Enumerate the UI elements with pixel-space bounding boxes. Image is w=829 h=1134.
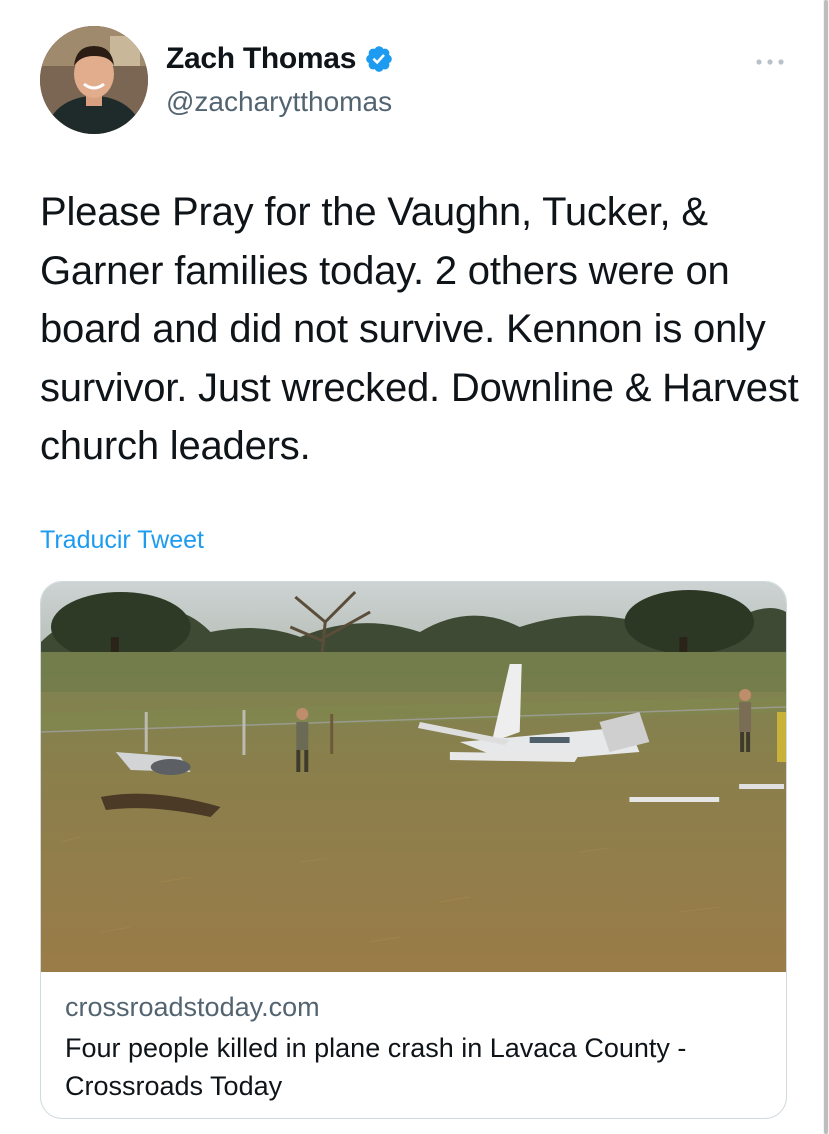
avatar-photo [40,26,148,134]
author-avatar[interactable] [40,26,148,134]
link-preview-card[interactable]: crossroadstoday.com Four people killed i… [40,581,787,1119]
card-title: Four people killed in plane crash in Lav… [65,1033,687,1101]
author-handle[interactable]: @zacharytthomas [166,86,392,118]
scrollbar-thumb[interactable] [824,0,828,1134]
scrollbar-track[interactable] [823,0,829,1134]
more-options-button[interactable] [752,52,788,72]
tweet-text: Please Pray for the Vaughn, Tucker, & Ga… [40,190,799,468]
author-name-row[interactable]: Zach Thomas [166,42,394,76]
card-body[interactable]: crossroadstoday.com Four people killed i… [65,987,766,1105]
card-domain: crossroadstoday.com [65,992,320,1022]
verified-badge-icon [364,44,394,74]
translate-tweet-link[interactable]: Traducir Tweet [40,526,204,555]
more-options-icon [756,59,784,65]
card-image[interactable] [41,582,786,972]
author-name[interactable]: Zach Thomas [166,42,356,76]
